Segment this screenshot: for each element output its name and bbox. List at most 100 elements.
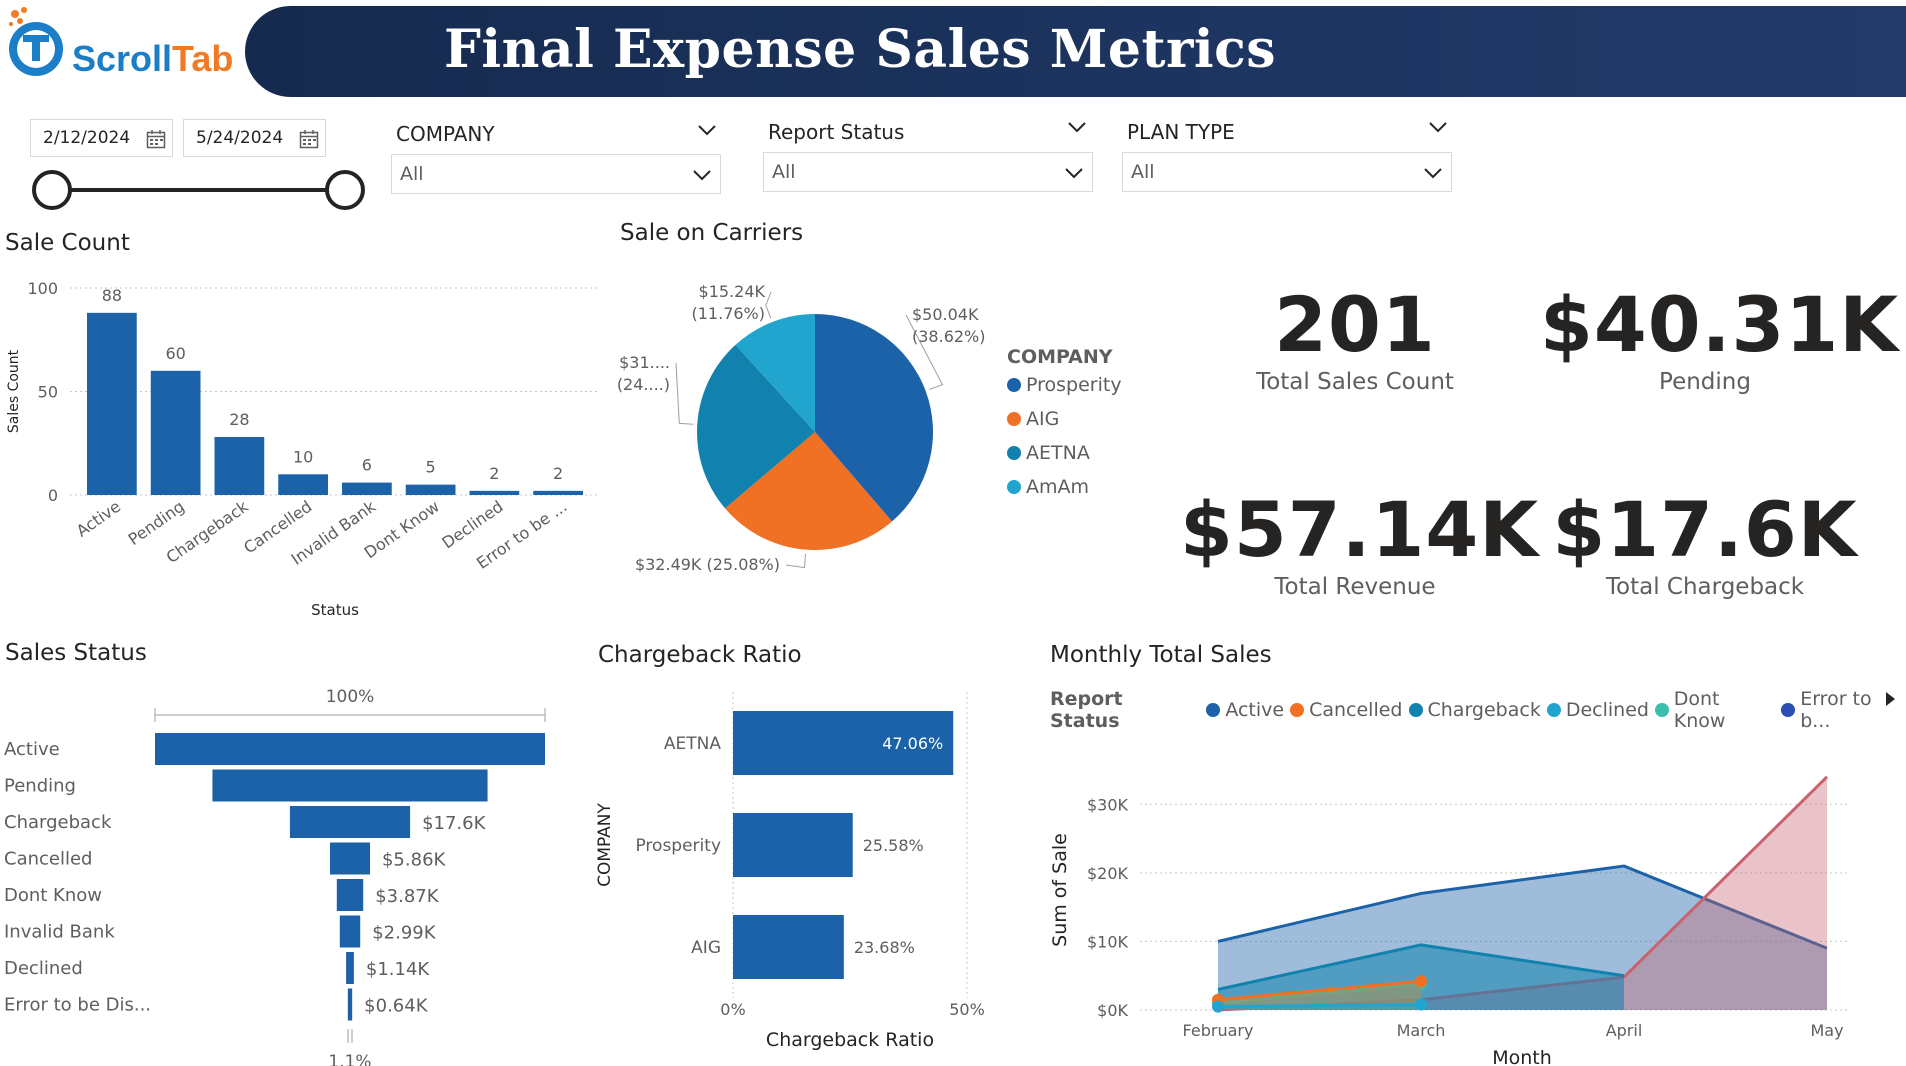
bar — [87, 312, 137, 495]
funnel-data-label: $2.99K — [372, 923, 437, 944]
x-tick-label: February — [1183, 1021, 1254, 1040]
bar — [405, 484, 456, 495]
company-slicer-title: COMPANY — [396, 122, 495, 146]
date-end-value: 5/24/2024 — [196, 128, 284, 148]
kpi-total-sales-count: 201 Total Sales Count — [1215, 280, 1495, 395]
pie-data-label: (11.76%) — [692, 304, 766, 323]
funnel-data-label: $3.87K — [375, 886, 440, 907]
kpi-label: Total Revenue — [1274, 574, 1436, 600]
funnel-data-label: $17.6K — [422, 813, 487, 834]
x-tick-label: 50% — [949, 1000, 985, 1019]
slider-end-handle[interactable] — [325, 170, 365, 210]
chevron-down-icon[interactable] — [1067, 120, 1087, 134]
funnel-category-label: Chargeback — [4, 812, 112, 833]
kpi-value: $40.31K — [1540, 280, 1900, 369]
kpi-value: $17.6K — [1552, 485, 1858, 574]
sale-count-chart: 050100Sales Count88Active60Pending28Char… — [6, 279, 600, 619]
y-tick-label: $20K — [1087, 864, 1129, 883]
report-status-dropdown-value: All — [772, 161, 796, 183]
legend-item-aetna[interactable]: AETNA — [1007, 442, 1122, 464]
series-line — [1217, 1003, 1422, 1009]
legend-dot — [1007, 378, 1021, 392]
chevron-down-icon[interactable] — [1428, 120, 1448, 134]
y-tick-label: AETNA — [664, 734, 721, 754]
sale-on-carriers-pie: $50.04K (38.62%) $32.49K (25.08%) $31.... (2… — [617, 282, 986, 574]
bar — [733, 813, 853, 877]
legend-dot — [1007, 412, 1021, 426]
x-tick-label: Active — [73, 497, 124, 541]
date-start-input[interactable]: 2/12/2024 — [30, 119, 173, 157]
y-tick-label: $10K — [1087, 932, 1129, 951]
y-axis-label: Sum of Sale — [1049, 833, 1071, 947]
report-status-dropdown[interactable]: All — [763, 152, 1093, 192]
data-label: 28 — [229, 410, 249, 429]
legend-next-arrow-icon[interactable] — [1883, 690, 1897, 708]
legend-dot — [1007, 446, 1021, 460]
bar — [150, 370, 201, 495]
plan-type-dropdown-value: All — [1131, 161, 1155, 183]
leader-line — [765, 291, 772, 319]
funnel-category-label: Cancelled — [4, 849, 92, 870]
data-label: 2 — [553, 464, 563, 483]
pie-data-label: $15.24K — [699, 282, 766, 301]
kpi-pending: $40.31K Pending — [1540, 280, 1900, 395]
chargeback-ratio-chart: 0% 50% AETNA 47.06% Prosperity 25.58% AIG 23.68… — [595, 692, 985, 1051]
funnel-bar — [336, 879, 364, 911]
funnel-bar — [155, 733, 545, 765]
funnel-category-label: Declined — [4, 958, 83, 979]
funnel-category-label: Invalid Bank — [4, 922, 115, 943]
date-start-value: 2/12/2024 — [43, 128, 131, 148]
x-tick-label: April — [1606, 1021, 1643, 1040]
slider-start-handle[interactable] — [32, 170, 72, 210]
legend-item-prosperity[interactable]: Prosperity — [1007, 374, 1122, 396]
legend-item-aig[interactable]: AIG — [1007, 408, 1122, 430]
funnel-bar — [330, 842, 370, 875]
data-label: 5 — [426, 458, 436, 477]
funnel-bottom-label: 1.1% — [328, 1052, 371, 1066]
date-end-input[interactable]: 5/24/2024 — [183, 119, 326, 157]
y-tick-label: 50 — [38, 383, 58, 402]
funnel-category-label: Active — [4, 739, 60, 760]
funnel-bar — [289, 806, 411, 838]
funnel-data-label: $1.14K — [366, 959, 431, 980]
data-label: 47.06% — [882, 734, 943, 753]
y-axis-label: Sales Count — [6, 349, 22, 433]
legend-item-amam[interactable]: AmAm — [1007, 476, 1122, 498]
sale-on-carriers-title: Sale on Carriers — [620, 220, 804, 246]
kpi-label: Total Chargeback — [1605, 574, 1805, 600]
x-axis-label: Status — [311, 601, 359, 619]
pie-data-label: $31.... — [619, 353, 670, 372]
report-status-slicer-title: Report Status — [768, 120, 905, 144]
legend-item-cancelled[interactable]: Cancelled — [1290, 699, 1403, 721]
plan-type-slicer-title: PLAN TYPE — [1127, 120, 1235, 144]
company-dropdown[interactable]: All — [391, 154, 721, 194]
kpi-value: $57.14K — [1180, 485, 1540, 574]
bar — [469, 490, 520, 495]
funnel-data-label: $0.64K — [364, 996, 429, 1017]
bar — [214, 437, 265, 495]
funnel-category-label: Pending — [4, 776, 76, 797]
date-range-slider[interactable] — [30, 168, 370, 212]
pie-data-label: (24....) — [617, 375, 670, 394]
legend-item-declined[interactable]: Declined — [1546, 699, 1649, 721]
x-tick-label: March — [1397, 1021, 1446, 1040]
calendar-icon[interactable] — [299, 129, 319, 149]
plan-type-dropdown[interactable]: All — [1122, 152, 1452, 192]
calendar-icon[interactable] — [146, 129, 166, 149]
data-label: 60 — [165, 344, 185, 363]
data-label: 2 — [489, 464, 499, 483]
legend-item-chargeback[interactable]: Chargeback — [1408, 699, 1541, 721]
legend-item-active[interactable]: Active — [1206, 699, 1284, 721]
data-label: 25.58% — [863, 836, 924, 855]
company-dropdown-value: All — [400, 163, 424, 185]
data-label: 23.68% — [854, 938, 915, 957]
x-axis-label: Month — [1492, 1047, 1552, 1066]
y-tick-label: AIG — [691, 938, 721, 958]
funnel-bar — [339, 915, 361, 948]
chargeback-ratio-title: Chargeback Ratio — [598, 642, 802, 668]
y-axis-label: COMPANY — [595, 802, 615, 886]
chevron-down-icon — [1424, 168, 1442, 179]
funnel-bar — [212, 769, 488, 802]
chevron-down-icon[interactable] — [697, 123, 717, 137]
sales-status-funnel: 100% Active Pending Chargeback $17.6K Cancell… — [4, 687, 546, 1066]
